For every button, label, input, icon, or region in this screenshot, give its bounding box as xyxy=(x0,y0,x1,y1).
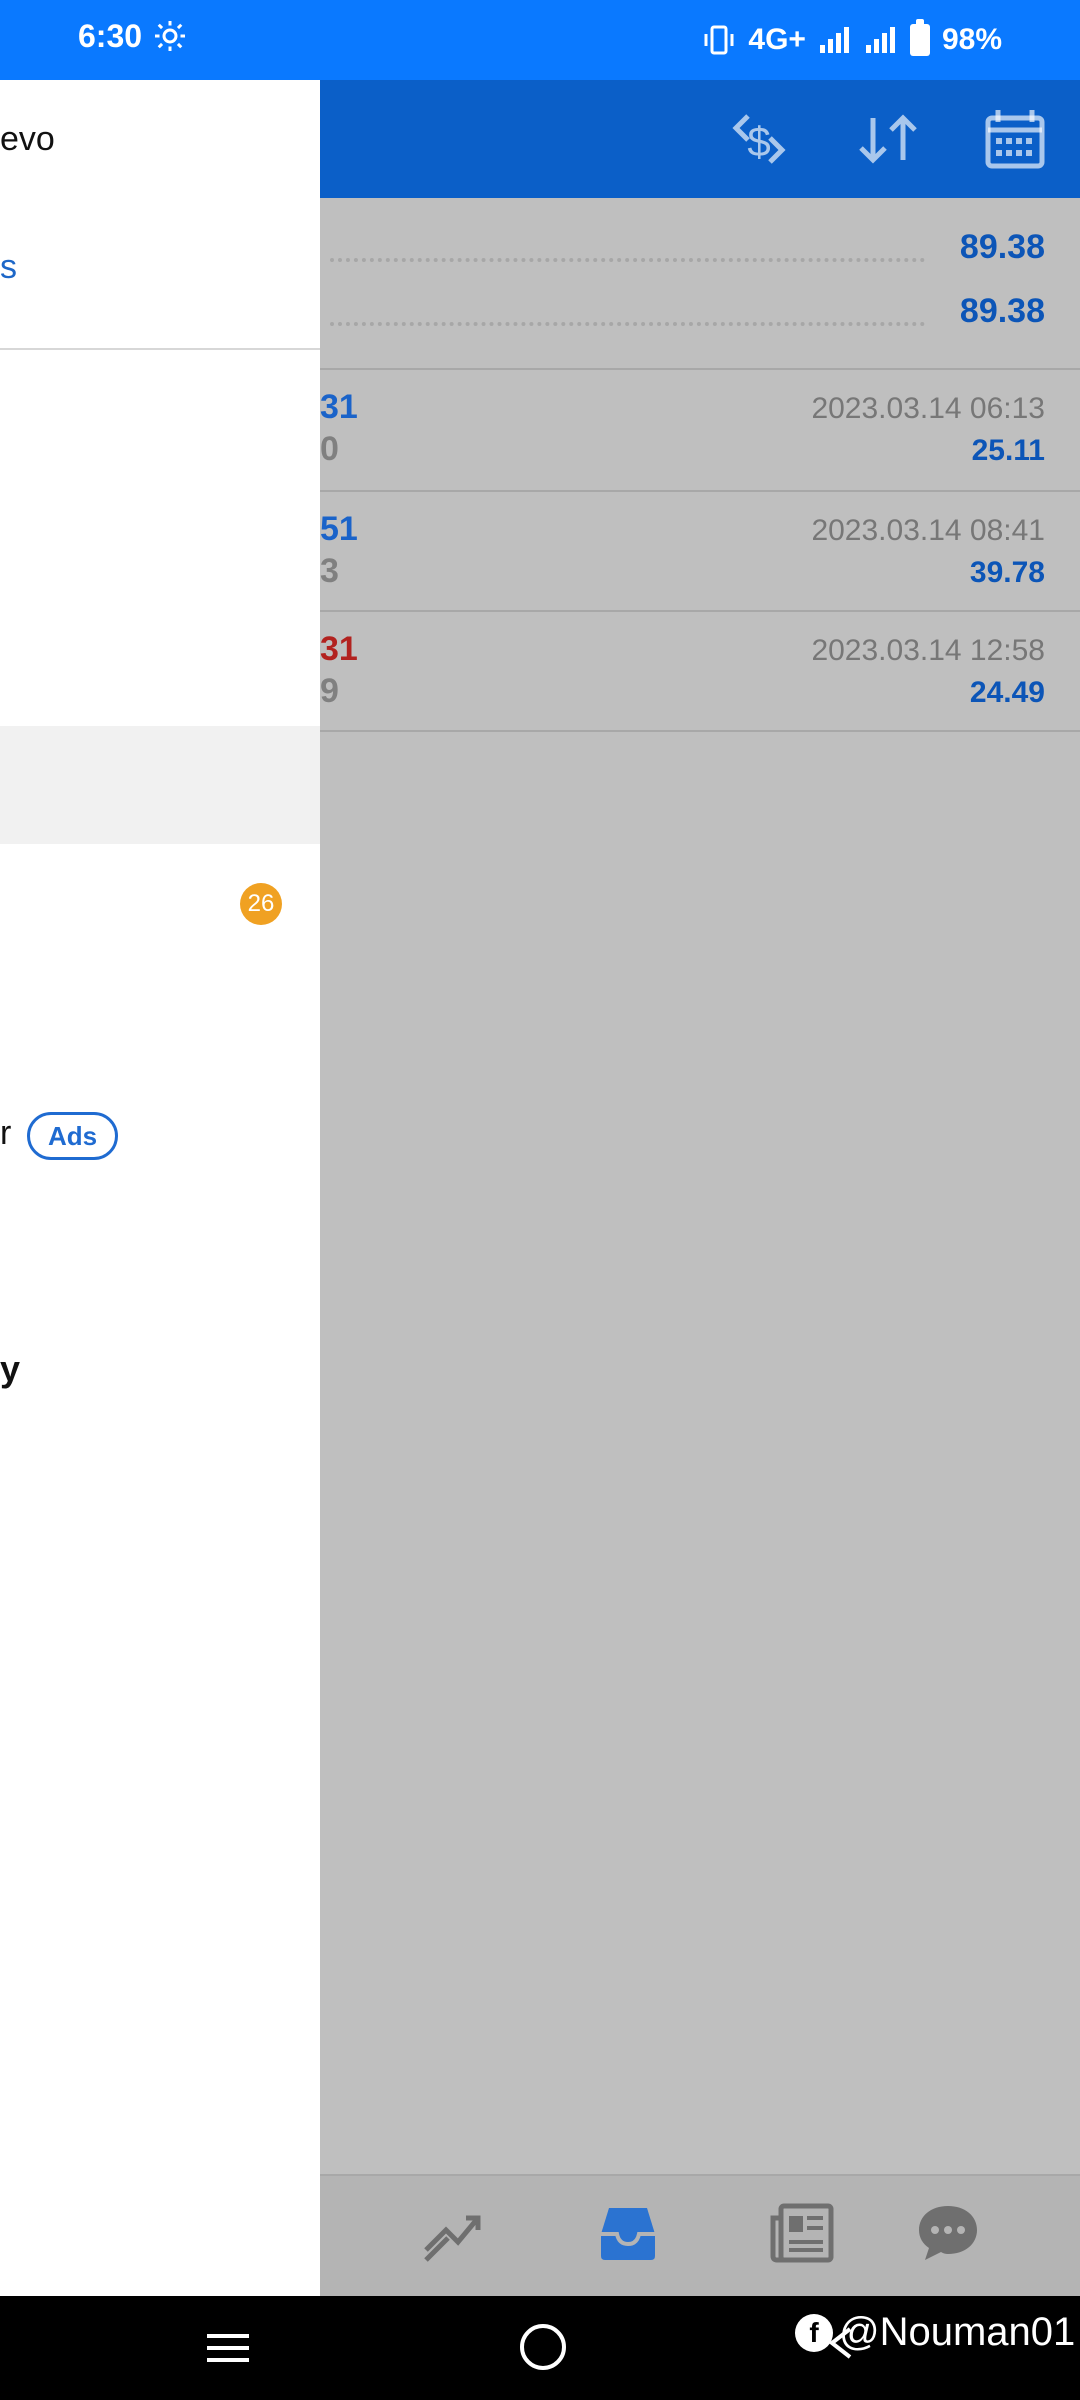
currency-exchange-icon[interactable]: $ xyxy=(724,104,794,174)
summary-row: 89.38 xyxy=(330,288,1045,350)
drawer-divider xyxy=(0,348,320,350)
trade-volume: 0 xyxy=(320,430,339,468)
ads-badge[interactable]: Ads xyxy=(27,1112,119,1160)
summary-row: 89.38 xyxy=(330,224,1045,286)
trade-profit: 39.78 xyxy=(969,556,1045,589)
trade-row[interactable]: 31 0 2023.03.14 06:13 25.11 xyxy=(320,370,1080,490)
watermark: f @Nouman01 xyxy=(795,2310,1075,2355)
trade-price: 51 xyxy=(320,510,358,548)
facebook-icon: f xyxy=(795,2313,833,2352)
trade-volume: 9 xyxy=(320,672,339,710)
divider xyxy=(320,730,1080,732)
trade-time: 2023.03.14 08:41 xyxy=(811,514,1045,547)
battery-level: 98% xyxy=(941,23,1002,56)
notification-badge: 26 xyxy=(240,883,282,925)
calendar-icon[interactable] xyxy=(980,104,1050,174)
drawer-account-name[interactable]: evo xyxy=(0,120,55,159)
trade-time: 2023.03.14 12:58 xyxy=(811,634,1045,667)
menu-icon[interactable] xyxy=(205,2332,251,2364)
status-time: 6:30 xyxy=(78,18,143,54)
drawer-item-label[interactable]: y xyxy=(0,1348,20,1390)
trade-volume: 3 xyxy=(320,552,339,590)
navigation-drawer: evo s 26 r Ads y xyxy=(0,80,320,2296)
trade-chart-icon[interactable] xyxy=(418,2198,488,2268)
battery-icon xyxy=(909,19,930,56)
settings-gear-icon xyxy=(155,21,185,51)
chat-icon[interactable] xyxy=(913,2198,983,2268)
watermark-text: @Nouman01 xyxy=(839,2310,1076,2354)
status-bar: 6:30 4G+ 98% xyxy=(0,0,1080,80)
signal-icon xyxy=(819,27,849,53)
network-type: 4G+ xyxy=(748,23,806,56)
drawer-item-selected[interactable] xyxy=(0,726,320,844)
home-icon[interactable] xyxy=(520,2324,566,2370)
trade-price: 31 xyxy=(320,388,358,426)
trade-profit: 24.49 xyxy=(969,676,1045,709)
summary-value: 89.38 xyxy=(959,292,1045,330)
status-icons: 4G+ 98% xyxy=(702,18,1002,62)
trade-time: 2023.03.14 06:13 xyxy=(811,392,1045,425)
inbox-icon[interactable] xyxy=(593,2198,663,2268)
drawer-account-link[interactable]: s xyxy=(0,248,17,287)
summary-value: 89.38 xyxy=(959,228,1045,266)
signal-icon xyxy=(865,27,895,53)
trade-row[interactable]: 31 9 2023.03.14 12:58 24.49 xyxy=(320,612,1080,732)
drawer-item-label[interactable]: r xyxy=(0,1114,11,1153)
sort-icon[interactable] xyxy=(853,104,923,174)
svg-text:$: $ xyxy=(747,118,770,165)
trade-price: 31 xyxy=(320,630,358,668)
vibrate-icon xyxy=(704,25,734,55)
news-icon[interactable] xyxy=(767,2198,837,2268)
trade-profit: 25.11 xyxy=(971,434,1045,467)
trade-row[interactable]: 51 3 2023.03.14 08:41 39.78 xyxy=(320,492,1080,612)
